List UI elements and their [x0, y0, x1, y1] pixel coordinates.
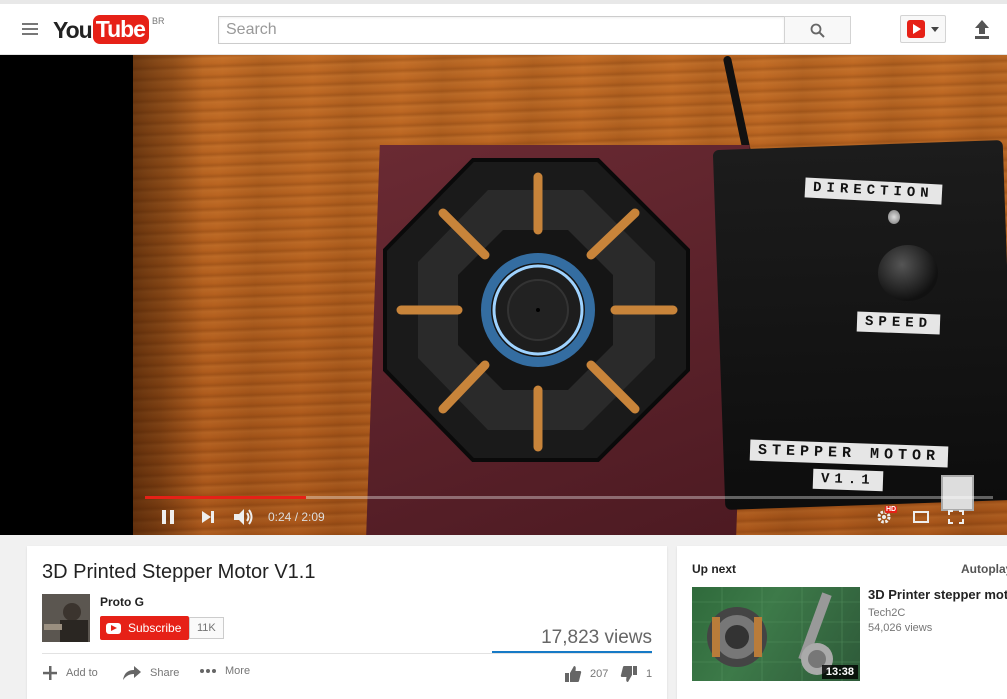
related-video-views: 54,026 views [868, 622, 933, 634]
chevron-down-icon [931, 26, 939, 32]
more-label: More [225, 665, 251, 677]
thumbs-up-icon [565, 666, 582, 682]
subscriber-count: 11K [189, 617, 224, 639]
video-shadow [133, 55, 203, 535]
related-video-channel: Tech2C [868, 607, 906, 619]
share-button[interactable]: Share [122, 665, 179, 681]
progress-bar[interactable] [145, 496, 993, 499]
next-icon[interactable] [201, 510, 215, 524]
youtube-play-icon [106, 622, 121, 634]
logo-you-text: You [53, 17, 93, 43]
region-code: BR [151, 16, 165, 26]
up-next-heading: Up next [692, 562, 737, 576]
top-border [0, 0, 1007, 4]
progress-played [145, 496, 307, 499]
views-underline [492, 651, 652, 653]
channel-name[interactable]: Proto G [100, 595, 144, 609]
related-video-title[interactable]: 3D Printer stepper motor [868, 587, 1007, 602]
time-display: 0:24 / 2:09 [268, 510, 325, 524]
plus-icon [43, 666, 57, 680]
like-button[interactable]: 207 [564, 665, 608, 683]
volume-icon[interactable] [233, 508, 255, 526]
video-frame[interactable]: DIRECTION SPEED STEPPER MOTOR V1.1 [133, 55, 1007, 535]
fullscreen-icon[interactable] [948, 510, 964, 524]
more-button[interactable]: More [199, 665, 250, 677]
video-knob [878, 245, 938, 301]
video-info-card: 3D Printed Stepper Motor V1.1 Proto G Su… [27, 546, 667, 699]
search-button[interactable] [784, 16, 851, 44]
hd-badge: HD [885, 506, 898, 513]
motor-illustration [383, 158, 690, 462]
video-duration: 13:38 [821, 665, 858, 679]
creator-studio-button[interactable] [900, 15, 946, 43]
channel-avatar[interactable] [42, 594, 90, 642]
version-label: V1.1 [812, 468, 883, 492]
related-video-thumbnail[interactable]: 13:38 [692, 587, 860, 681]
share-label: Share [150, 667, 180, 679]
watch-sidebar: Up next Autoplay 13:38 3D Printer steppe… [677, 546, 1007, 699]
video-title: 3D Printed Stepper Motor V1.1 [42, 561, 316, 583]
speed-label: SPEED [856, 311, 941, 335]
search-input[interactable] [218, 16, 785, 44]
avatar-image [42, 594, 90, 642]
upload-icon[interactable] [972, 18, 992, 40]
dislike-count: 1 [646, 668, 653, 680]
more-icon [200, 669, 216, 673]
logo-tube-text: Tube [92, 15, 149, 44]
creator-play-icon [907, 20, 925, 38]
masthead: You Tube BR [0, 0, 1007, 55]
add-to-label: Add to [66, 667, 98, 679]
search-icon [810, 23, 825, 38]
subscribe-button[interactable]: Subscribe [100, 616, 190, 640]
youtube-logo[interactable]: You Tube BR [53, 15, 164, 45]
divider [42, 653, 652, 654]
video-player[interactable]: DIRECTION SPEED STEPPER MOTOR V1.1 0:24 … [0, 55, 1007, 535]
autoplay-label[interactable]: Autoplay [961, 562, 1007, 576]
thumbs-down-icon [620, 666, 637, 682]
theater-mode-icon[interactable] [913, 511, 929, 523]
subscribe-label: Subscribe [128, 621, 182, 635]
like-count: 207 [590, 668, 609, 680]
video-toggle [888, 210, 900, 224]
view-count: 17,823 views [541, 627, 652, 648]
dislike-button[interactable]: 1 [620, 665, 652, 683]
pause-icon[interactable] [160, 509, 176, 525]
add-to-button[interactable]: Add to [42, 665, 98, 681]
channel-watermark[interactable] [941, 475, 974, 511]
menu-icon[interactable] [22, 23, 38, 35]
share-icon [123, 666, 141, 680]
